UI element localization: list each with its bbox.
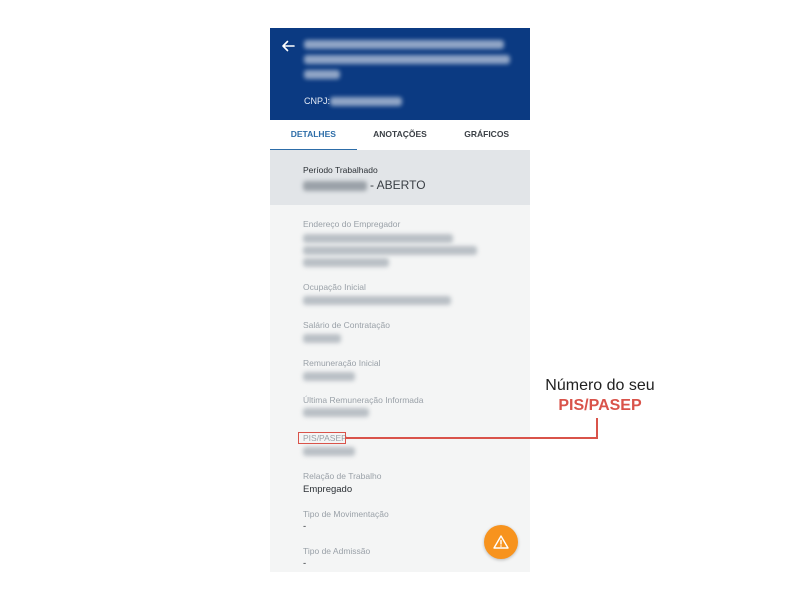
employer-name-redacted (304, 70, 340, 79)
employer-address-label: Endereço do Empregador (303, 219, 401, 229)
period-label: Período Trabalhado (303, 165, 378, 175)
movement-type-value: - (303, 521, 307, 532)
tab-graficos[interactable]: GRÁFICOS (443, 120, 530, 150)
callout-line-1: Número do seu (545, 377, 655, 394)
callout-line-2: PIS/PASEP (558, 397, 642, 414)
period-section: Período Trabalhado - ABERTO (270, 150, 530, 205)
callout-annotation: Número do seu PIS/PASEP (520, 376, 680, 416)
callout-connector (596, 418, 598, 438)
employer-address-redacted (303, 246, 477, 255)
initial-remuneration-redacted (303, 372, 355, 381)
period-status: - ABERTO (370, 178, 426, 192)
callout-connector (346, 437, 598, 439)
cnpj-label: CNPJ: (304, 96, 331, 106)
pis-highlight-box (298, 432, 346, 444)
initial-occupation-redacted (303, 296, 451, 305)
employer-header: CNPJ: (270, 28, 530, 120)
period-date-redacted (303, 181, 367, 191)
employer-name-redacted (304, 55, 510, 64)
tab-detalhes[interactable]: DETALHES (270, 120, 357, 151)
hiring-salary-redacted (303, 334, 341, 343)
admission-type-label: Tipo de Admissão (303, 546, 371, 556)
initial-occupation-label: Ocupação Inicial (303, 282, 366, 292)
report-button[interactable] (484, 525, 518, 559)
last-remuneration-redacted (303, 408, 369, 417)
warning-icon (493, 535, 509, 549)
cnpj-value-redacted (330, 97, 402, 106)
hiring-salary-label: Salário de Contratação (303, 320, 390, 330)
arrow-left-icon (282, 40, 295, 52)
last-remuneration-label: Última Remuneração Informada (303, 395, 424, 405)
admission-type-value: - (303, 558, 307, 569)
employer-address-redacted (303, 258, 389, 267)
employer-address-redacted (303, 234, 453, 243)
back-button[interactable] (276, 34, 300, 58)
tab-bar: DETALHES ANOTAÇÕES GRÁFICOS (270, 120, 530, 151)
pis-pasep-redacted (303, 447, 355, 456)
initial-remuneration-label: Remuneração Inicial (303, 358, 381, 368)
employer-name-redacted (304, 40, 504, 49)
movement-type-label: Tipo de Movimentação (303, 509, 389, 519)
work-relation-value: Empregado (303, 484, 353, 495)
tab-anotacoes[interactable]: ANOTAÇÕES (357, 120, 444, 150)
app-screen: CNPJ: DETALHES ANOTAÇÕES GRÁFICOS Períod… (270, 28, 530, 572)
work-relation-label: Relação de Trabalho (303, 471, 382, 481)
